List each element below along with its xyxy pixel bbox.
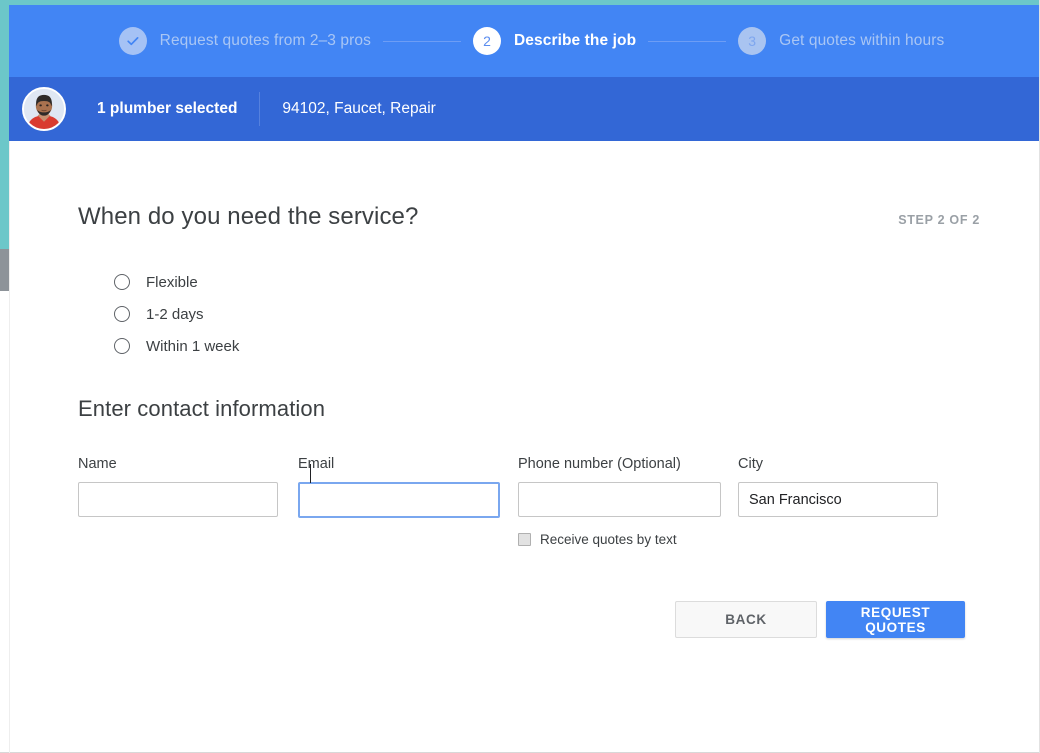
radio-icon[interactable]: [114, 274, 130, 290]
city-input[interactable]: [738, 482, 938, 517]
phone-label: Phone number (Optional): [518, 456, 681, 472]
frame-left-border: [9, 141, 10, 753]
stepper-header: Request quotes from 2–3 pros 2 Describe …: [9, 5, 1040, 77]
city-label: City: [738, 456, 763, 472]
service-timing-header-row: When do you need the service? STEP 2 OF …: [78, 203, 980, 231]
radio-icon[interactable]: [114, 338, 130, 354]
sms-optin-label: Receive quotes by text: [540, 532, 677, 547]
page-root: Request quotes from 2–3 pros 2 Describe …: [0, 0, 1040, 753]
radio-option-flexible[interactable]: Flexible: [114, 266, 239, 298]
name-label: Name: [78, 456, 117, 472]
step-1-label: Request quotes from 2–3 pros: [159, 32, 371, 49]
name-input[interactable]: [78, 482, 278, 517]
summary-divider: [259, 92, 261, 126]
step-connector-2: [648, 40, 727, 42]
scrollbar-thumb[interactable]: [0, 249, 9, 291]
step-2-label: Describe the job: [513, 32, 637, 49]
step-counter: STEP 2 OF 2: [898, 213, 980, 227]
radio-label: Flexible: [146, 273, 198, 291]
radio-label: 1-2 days: [146, 305, 204, 323]
back-button[interactable]: BACK: [675, 601, 817, 638]
step-1-request-quotes[interactable]: Request quotes from 2–3 pros: [118, 27, 371, 55]
job-summary-text: 94102, Faucet, Repair: [282, 100, 436, 117]
field-phone: Phone number (Optional) Receive quotes b…: [518, 456, 721, 547]
text-caret: [310, 464, 311, 483]
field-name: Name: [78, 456, 278, 547]
radio-option-within-1-week[interactable]: Within 1 week: [114, 330, 239, 362]
step-2-describe-job[interactable]: 2 Describe the job: [472, 27, 637, 55]
email-label: Email: [298, 456, 335, 472]
left-gutter: [0, 251, 9, 753]
step-2-number-badge: 2: [472, 27, 501, 55]
main-content: When do you need the service? STEP 2 OF …: [10, 141, 1039, 752]
page-title: When do you need the service?: [78, 203, 419, 230]
stepper: Request quotes from 2–3 pros 2 Describe …: [118, 27, 945, 55]
phone-input[interactable]: [518, 482, 721, 517]
sms-optin-row[interactable]: Receive quotes by text: [518, 532, 721, 547]
form-actions: BACK REQUEST QUOTES: [675, 601, 965, 638]
step-3-number-badge: 3: [738, 27, 767, 55]
request-quotes-button[interactable]: REQUEST QUOTES: [826, 601, 965, 638]
step-3-get-quotes[interactable]: 3 Get quotes within hours: [738, 27, 944, 55]
email-input[interactable]: [298, 482, 500, 518]
pro-avatar: [22, 87, 66, 131]
selected-pros-count: 1 plumber selected: [97, 100, 238, 117]
selection-summary-bar: 1 plumber selected 94102, Faucet, Repair: [9, 77, 1040, 141]
field-city: City: [738, 456, 938, 547]
field-email: Email: [298, 456, 500, 547]
step-connector-1: [382, 40, 461, 42]
timing-radio-group: Flexible 1-2 days Within 1 week: [114, 266, 239, 362]
radio-label: Within 1 week: [146, 337, 240, 355]
left-accent-strip: [0, 0, 9, 251]
checkbox-icon[interactable]: [518, 533, 531, 546]
radio-icon[interactable]: [114, 306, 130, 322]
step-complete-check-icon: [118, 27, 147, 55]
radio-option-1-2-days[interactable]: 1-2 days: [114, 298, 239, 330]
contact-section-title: Enter contact information: [78, 396, 326, 421]
step-3-label: Get quotes within hours: [779, 32, 945, 49]
contact-fields-row: Name Email Phone number (Optional) Recei…: [78, 456, 978, 547]
